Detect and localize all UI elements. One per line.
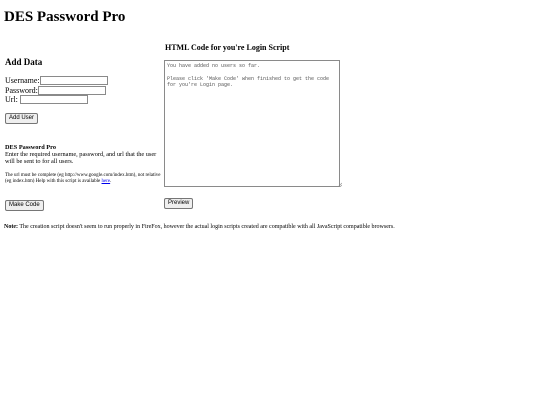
url-note: The url must be complete (eg http://www.… <box>5 173 163 186</box>
preview-button[interactable]: Preview <box>164 198 194 209</box>
add-user-button[interactable]: Add User <box>5 112 39 124</box>
footer-note-label: Note: <box>4 224 18 230</box>
url-note-end: . <box>110 179 112 184</box>
info-text: Enter the required username, password, a… <box>5 150 157 166</box>
password-row: Password: <box>5 85 163 96</box>
url-label: Url: <box>5 95 18 105</box>
password-label: Password: <box>5 85 38 95</box>
password-input[interactable] <box>37 85 106 95</box>
footer-note: Note: The creation script doesn't seem t… <box>4 224 395 230</box>
code-output-textarea[interactable]: You have added no users so far. Please c… <box>164 60 340 187</box>
resize-grip-icon[interactable] <box>337 182 342 187</box>
username-label: Username: <box>5 76 40 86</box>
add-data-panel: Add Data Username: Password: Url: Add Us… <box>5 57 163 211</box>
url-row: Url: <box>5 95 163 105</box>
url-note-text: The url must be complete (eg http://www.… <box>5 172 161 185</box>
footer-note-text: The creation script doesn't seem to run … <box>18 224 395 230</box>
info-title: DES Password Pro <box>5 143 56 151</box>
info-block: DES Password Pro Enter the required user… <box>5 144 163 211</box>
page-title: DES Password Pro <box>4 9 126 25</box>
url-input[interactable] <box>19 95 88 105</box>
username-input[interactable] <box>39 76 108 86</box>
code-panel-heading: HTML Code for you're Login Script <box>165 43 290 52</box>
add-data-heading: Add Data <box>5 57 43 67</box>
make-code-button[interactable]: Make Code <box>5 199 44 211</box>
help-link[interactable]: here <box>102 179 111 184</box>
username-row: Username: <box>5 76 163 86</box>
